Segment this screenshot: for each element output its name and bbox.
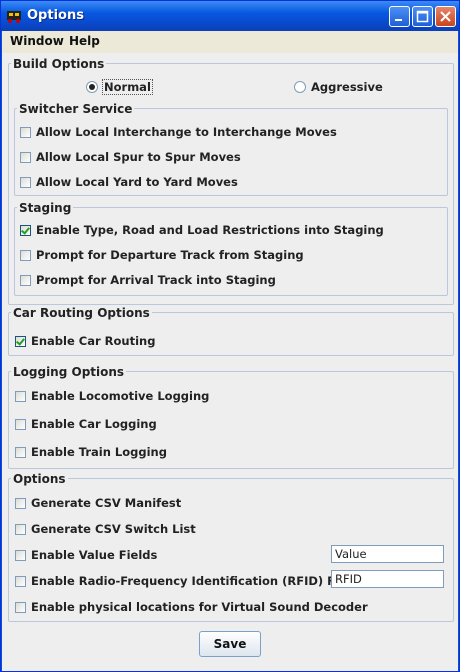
checkbox-icon [20, 151, 31, 163]
save-button[interactable]: Save [199, 631, 261, 657]
menu-help[interactable]: Help [69, 34, 100, 48]
checkbox-icon [15, 446, 26, 458]
close-icon [440, 11, 451, 22]
allow-spur-label: Allow Local Spur to Spur Moves [36, 150, 241, 164]
car-logging-label: Enable Car Logging [31, 417, 157, 431]
csv-manifest-checkbox[interactable]: Generate CSV Manifest [15, 496, 181, 510]
window-title: Options [27, 8, 84, 23]
maximize-button[interactable] [412, 6, 433, 27]
checkbox-checked-icon [20, 224, 31, 236]
content-panel: Build Options Normal Aggressive Switcher… [2, 53, 458, 671]
vsd-locations-label: Enable physical locations for Virtual So… [31, 600, 368, 614]
allow-yard-checkbox[interactable]: Allow Local Yard to Yard Moves [20, 175, 238, 189]
checkbox-icon [15, 390, 26, 402]
rfid-fields-label: Enable Radio-Frequency Identification (R… [31, 574, 366, 588]
departure-track-label: Prompt for Departure Track from Staging [36, 248, 304, 262]
logging-label: Logging Options [11, 365, 127, 379]
staging-label: Staging [17, 201, 74, 215]
normal-radio[interactable]: Normal [86, 79, 153, 95]
allow-interchange-label: Allow Local Interchange to Interchange M… [36, 125, 337, 139]
checkbox-checked-icon [15, 335, 26, 347]
arrival-track-checkbox[interactable]: Prompt for Arrival Track into Staging [20, 273, 276, 287]
csv-switch-list-label: Generate CSV Switch List [31, 522, 196, 536]
locomotive-logging-checkbox[interactable]: Enable Locomotive Logging [15, 389, 209, 403]
checkbox-icon [20, 126, 31, 138]
radio-selected-icon [86, 81, 98, 93]
build-options-label: Build Options [11, 57, 107, 71]
departure-track-checkbox[interactable]: Prompt for Departure Track from Staging [20, 248, 304, 262]
checkbox-icon [15, 523, 26, 535]
normal-radio-label: Normal [102, 79, 153, 95]
train-app-icon [7, 11, 21, 23]
options-label: Options [11, 472, 68, 486]
allow-spur-checkbox[interactable]: Allow Local Spur to Spur Moves [20, 150, 241, 164]
aggressive-radio-label: Aggressive [311, 80, 383, 94]
aggressive-radio[interactable]: Aggressive [294, 80, 383, 94]
staging-restrictions-label: Enable Type, Road and Load Restrictions … [36, 223, 384, 237]
car-routing-label: Car Routing Options [11, 306, 152, 320]
checkbox-icon [15, 549, 26, 561]
maximize-icon [416, 10, 429, 23]
rfid-fields-checkbox[interactable]: Enable Radio-Frequency Identification (R… [15, 574, 366, 588]
value-field-input[interactable] [331, 545, 444, 563]
switcher-service-label: Switcher Service [17, 102, 135, 116]
staging-restrictions-checkbox[interactable]: Enable Type, Road and Load Restrictions … [20, 223, 384, 237]
enable-car-routing-label: Enable Car Routing [31, 334, 156, 348]
value-fields-checkbox[interactable]: Enable Value Fields [15, 548, 157, 562]
checkbox-icon [20, 274, 31, 286]
options-window: Options Window Help Build Options Normal… [0, 0, 460, 672]
minimize-button[interactable] [389, 6, 410, 27]
allow-interchange-checkbox[interactable]: Allow Local Interchange to Interchange M… [20, 125, 337, 139]
checkbox-icon [20, 176, 31, 188]
csv-switch-list-checkbox[interactable]: Generate CSV Switch List [15, 522, 196, 536]
locomotive-logging-label: Enable Locomotive Logging [31, 389, 210, 403]
menu-window[interactable]: Window [10, 34, 64, 48]
checkbox-icon [15, 575, 26, 587]
arrival-track-label: Prompt for Arrival Track into Staging [36, 273, 276, 287]
car-logging-checkbox[interactable]: Enable Car Logging [15, 417, 157, 431]
rfid-field-input[interactable] [331, 570, 444, 588]
enable-car-routing-checkbox[interactable]: Enable Car Routing [15, 334, 155, 348]
vsd-locations-checkbox[interactable]: Enable physical locations for Virtual So… [15, 600, 368, 614]
checkbox-icon [15, 418, 26, 430]
minimize-icon [395, 19, 402, 21]
checkbox-icon [15, 601, 26, 613]
close-button[interactable] [435, 6, 456, 27]
train-logging-checkbox[interactable]: Enable Train Logging [15, 445, 167, 459]
value-fields-label: Enable Value Fields [31, 548, 158, 562]
menu-bar: Window Help [2, 31, 458, 54]
checkbox-icon [20, 249, 31, 261]
radio-unselected-icon [294, 81, 306, 93]
checkbox-icon [15, 497, 26, 509]
allow-yard-label: Allow Local Yard to Yard Moves [36, 175, 238, 189]
title-bar[interactable]: Options [1, 1, 459, 31]
csv-manifest-label: Generate CSV Manifest [31, 496, 182, 510]
train-logging-label: Enable Train Logging [31, 445, 167, 459]
